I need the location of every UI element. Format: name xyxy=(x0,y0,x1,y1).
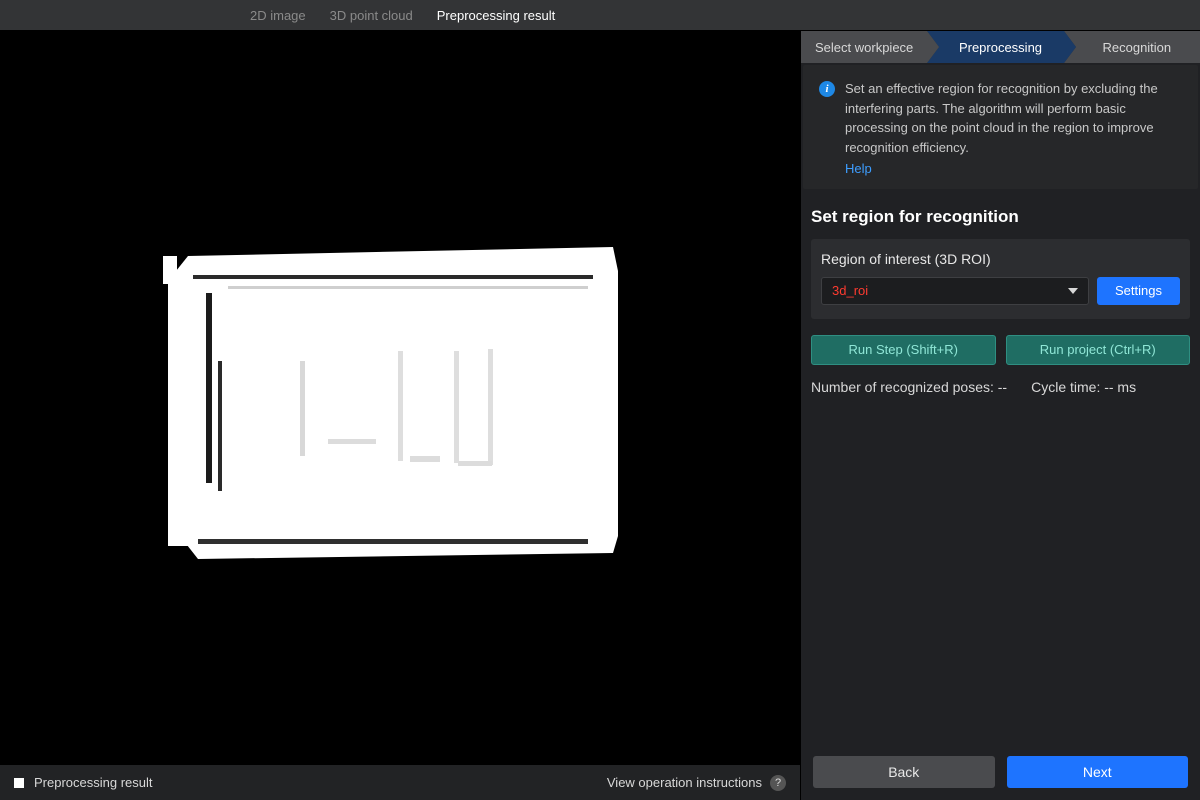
step-select-workpiece[interactable]: Select workpiece xyxy=(801,31,927,63)
info-box: i Set an effective region for recognitio… xyxy=(803,65,1198,189)
help-icon: ? xyxy=(770,775,786,791)
roi-select[interactable]: 3d_roi xyxy=(821,277,1089,305)
tab-preprocessing-result[interactable]: Preprocessing result xyxy=(437,8,556,23)
wizard-nav: Back Next xyxy=(801,746,1200,800)
roi-settings-button[interactable]: Settings xyxy=(1097,277,1180,305)
viewer-column: Preprocessing result View operation inst… xyxy=(0,31,800,800)
run-step-button[interactable]: Run Step (Shift+R) xyxy=(811,335,996,365)
info-icon: i xyxy=(819,81,835,97)
viewer-footer: Preprocessing result View operation inst… xyxy=(0,764,800,800)
preprocessing-viewer[interactable] xyxy=(0,31,800,764)
info-text: Set an effective region for recognition … xyxy=(845,81,1158,155)
step-recognition[interactable]: Recognition xyxy=(1064,31,1200,63)
section-title: Set region for recognition xyxy=(811,207,1190,227)
footer-square-icon xyxy=(14,778,24,788)
footer-title: Preprocessing result xyxy=(34,775,153,790)
roi-label: Region of interest (3D ROI) xyxy=(821,251,1180,267)
recognized-poses-stat: Number of recognized poses: -- xyxy=(811,379,1007,395)
next-button[interactable]: Next xyxy=(1007,756,1189,788)
chevron-down-icon xyxy=(1068,288,1078,294)
cycle-time-stat: Cycle time: -- ms xyxy=(1031,379,1136,395)
roi-select-value: 3d_roi xyxy=(832,283,868,298)
roi-panel: Region of interest (3D ROI) 3d_roi Setti… xyxy=(811,239,1190,319)
view-instructions-link[interactable]: View operation instructions ? xyxy=(607,775,786,791)
preprocessing-image xyxy=(118,201,683,594)
wizard-steps: Select workpiece Preprocessing Recogniti… xyxy=(801,31,1200,63)
help-link[interactable]: Help xyxy=(845,159,872,179)
run-project-button[interactable]: Run project (Ctrl+R) xyxy=(1006,335,1191,365)
view-tabs: 2D image 3D point cloud Preprocessing re… xyxy=(0,0,1200,31)
back-button[interactable]: Back xyxy=(813,756,995,788)
tab-2d-image[interactable]: 2D image xyxy=(250,8,306,23)
view-instructions-label: View operation instructions xyxy=(607,775,762,790)
tab-3d-point-cloud[interactable]: 3D point cloud xyxy=(330,8,413,23)
side-panel: Select workpiece Preprocessing Recogniti… xyxy=(800,31,1200,800)
step-preprocessing[interactable]: Preprocessing xyxy=(927,31,1063,63)
